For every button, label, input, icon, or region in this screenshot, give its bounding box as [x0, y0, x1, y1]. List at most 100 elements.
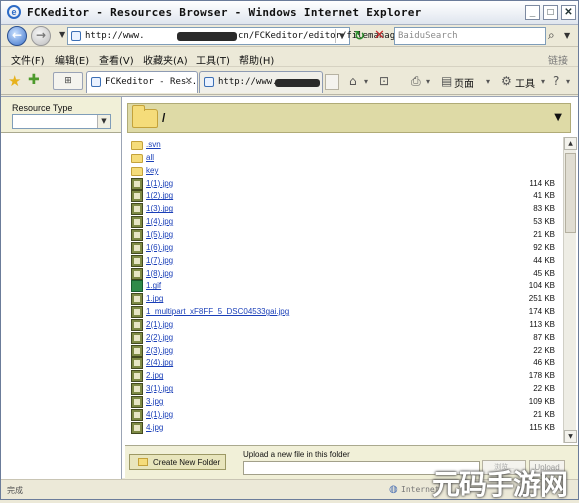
file-name-link[interactable]: 2(2).jpg: [146, 333, 173, 342]
file-name-link[interactable]: 1.jpg: [146, 294, 163, 303]
maximize-button[interactable]: □: [543, 5, 558, 20]
page-icon[interactable]: ▤: [441, 74, 452, 88]
resource-type-select[interactable]: ▼: [12, 114, 111, 129]
image-file-icon: [131, 190, 143, 203]
file-row[interactable]: 2(2).jpg 87 KB: [127, 331, 561, 345]
file-name-link[interactable]: 1_multipart_xF8FF_5_DSC04533gai.jpg: [146, 307, 289, 316]
refresh-icon[interactable]: ↻: [354, 29, 365, 44]
tab-fckeditor[interactable]: FCKeditor - Res... ✕: [86, 71, 203, 93]
menu-file[interactable]: 文件(F): [11, 52, 45, 67]
image-file-icon: [131, 306, 143, 319]
file-row[interactable]: 1(6).jpg 92 KB: [127, 241, 561, 255]
address-text-suffix: cn/FCKeditor/editor/filemanager/b: [238, 31, 417, 41]
quick-tabs-button[interactable]: ⊞: [53, 72, 83, 90]
chevron-down-icon[interactable]: ▼: [97, 115, 110, 128]
search-input[interactable]: BaiduSearch: [394, 27, 546, 45]
file-name-link[interactable]: 1(8).jpg: [146, 269, 173, 278]
file-name-link[interactable]: 3(1).jpg: [146, 384, 173, 393]
tab-close-icon[interactable]: ✕: [185, 76, 193, 87]
links-label[interactable]: 链接: [548, 52, 568, 67]
file-name-link[interactable]: 4.jpg: [146, 423, 163, 432]
file-name-link[interactable]: 1(1).jpg: [146, 179, 173, 188]
file-name-link[interactable]: 2(1).jpg: [146, 320, 173, 329]
file-row[interactable]: 1(2).jpg 41 KB: [127, 190, 561, 203]
tools-dropdown-icon[interactable]: ▾: [541, 77, 545, 86]
file-name-link[interactable]: all: [146, 153, 154, 162]
file-row[interactable]: 4.jpg 115 KB: [127, 421, 561, 435]
file-row[interactable]: 4(1).jpg 21 KB: [127, 408, 561, 422]
file-row[interactable]: 1.jpg 251 KB: [127, 293, 561, 306]
print-icon[interactable]: ⎙: [411, 74, 421, 89]
file-name-link[interactable]: 1(2).jpg: [146, 191, 173, 200]
print-dropdown-icon[interactable]: ▾: [426, 77, 430, 86]
search-icon[interactable]: ⌕: [548, 28, 555, 43]
file-name-link[interactable]: .svn: [146, 140, 161, 149]
search-dropdown-icon[interactable]: ▼: [564, 31, 570, 40]
file-name-link[interactable]: 2.jpg: [146, 371, 163, 380]
stop-icon[interactable]: ✕: [374, 28, 385, 43]
menu-tools[interactable]: 工具(T): [196, 52, 230, 67]
create-folder-button[interactable]: Create New Folder: [129, 454, 226, 470]
tools-menu-label[interactable]: 工具: [515, 75, 535, 90]
file-row[interactable]: 1(4).jpg 53 KB: [127, 216, 561, 229]
file-name-link[interactable]: 1(7).jpg: [146, 256, 173, 265]
file-name-link[interactable]: 1(3).jpg: [146, 204, 173, 213]
file-name-link[interactable]: 1(4).jpg: [146, 217, 173, 226]
file-name-link[interactable]: 2(3).jpg: [146, 346, 173, 355]
file-name-link[interactable]: 1(5).jpg: [146, 230, 173, 239]
file-name-link[interactable]: 1(6).jpg: [146, 243, 173, 252]
scroll-down-icon[interactable]: ▼: [564, 430, 577, 443]
scroll-thumb[interactable]: [565, 153, 576, 233]
folder-row[interactable]: all: [127, 152, 561, 165]
file-row[interactable]: 1(8).jpg 45 KB: [127, 267, 561, 281]
file-row[interactable]: 2(4).jpg 46 KB: [127, 357, 561, 370]
page-menu-label[interactable]: 页面: [454, 75, 474, 90]
file-list-scrollbar[interactable]: ▲ ▼: [563, 137, 577, 443]
file-row[interactable]: 1.gif 104 KB: [127, 280, 561, 293]
file-size: 21 KB: [533, 409, 555, 419]
tab-second[interactable]: http://www.: [199, 71, 323, 93]
close-button[interactable]: ✕: [561, 5, 576, 20]
back-button[interactable]: ←: [7, 26, 27, 46]
menu-favorites[interactable]: 收藏夹(A): [143, 52, 188, 67]
file-row[interactable]: 1(7).jpg 44 KB: [127, 254, 561, 268]
tools-gear-icon[interactable]: ⚙: [501, 74, 512, 88]
home-dropdown-icon[interactable]: ▾: [364, 77, 368, 86]
address-dropdown-icon[interactable]: ▼: [335, 29, 348, 43]
file-name-link[interactable]: 3.jpg: [146, 397, 163, 406]
folder-row[interactable]: key: [127, 165, 561, 178]
minimize-button[interactable]: _: [525, 5, 540, 20]
home-icon[interactable]: ⌂: [349, 74, 357, 88]
new-tab-button[interactable]: [325, 74, 339, 90]
file-row[interactable]: 2(3).jpg 22 KB: [127, 344, 561, 358]
menu-view[interactable]: 查看(V): [99, 52, 134, 67]
folder-dropdown-icon[interactable]: ▼: [554, 112, 562, 123]
help-dropdown-icon[interactable]: ▾: [566, 77, 570, 86]
menu-edit[interactable]: 编辑(E): [55, 52, 89, 67]
help-icon[interactable]: ?: [553, 74, 559, 88]
ie-logo-icon: e: [7, 5, 21, 19]
forward-button[interactable]: →: [31, 26, 51, 46]
folder-row[interactable]: .svn: [127, 139, 561, 152]
file-row[interactable]: 1_multipart_xF8FF_5_DSC04533gai.jpg 174 K…: [127, 306, 561, 319]
favorites-star-icon[interactable]: ★: [8, 72, 21, 90]
file-size: 53 KB: [533, 217, 555, 227]
file-row[interactable]: 3(1).jpg 22 KB: [127, 383, 561, 396]
file-row[interactable]: 2(1).jpg 113 KB: [127, 318, 561, 332]
history-dropdown-icon[interactable]: ▼: [59, 30, 65, 39]
file-row[interactable]: 3.jpg 109 KB: [127, 396, 561, 409]
scroll-up-icon[interactable]: ▲: [564, 137, 577, 150]
file-name-link[interactable]: 1.gif: [146, 281, 161, 290]
address-input[interactable]: http://www. cn/FCKeditor/editor/filemana…: [67, 27, 417, 45]
file-row[interactable]: 2.jpg 178 KB: [127, 370, 561, 383]
file-name-link[interactable]: key: [146, 166, 158, 175]
page-dropdown-icon[interactable]: ▾: [486, 77, 490, 86]
file-name-link[interactable]: 4(1).jpg: [146, 410, 173, 419]
feeds-icon[interactable]: ⊡: [379, 74, 389, 88]
file-row[interactable]: 1(3).jpg 83 KB: [127, 203, 561, 216]
menu-help[interactable]: 帮助(H): [239, 52, 274, 67]
file-name-link[interactable]: 2(4).jpg: [146, 358, 173, 367]
add-favorite-icon[interactable]: ✚: [28, 72, 40, 88]
file-row[interactable]: 1(1).jpg 114 KB: [127, 177, 561, 191]
file-row[interactable]: 1(5).jpg 21 KB: [127, 228, 561, 242]
